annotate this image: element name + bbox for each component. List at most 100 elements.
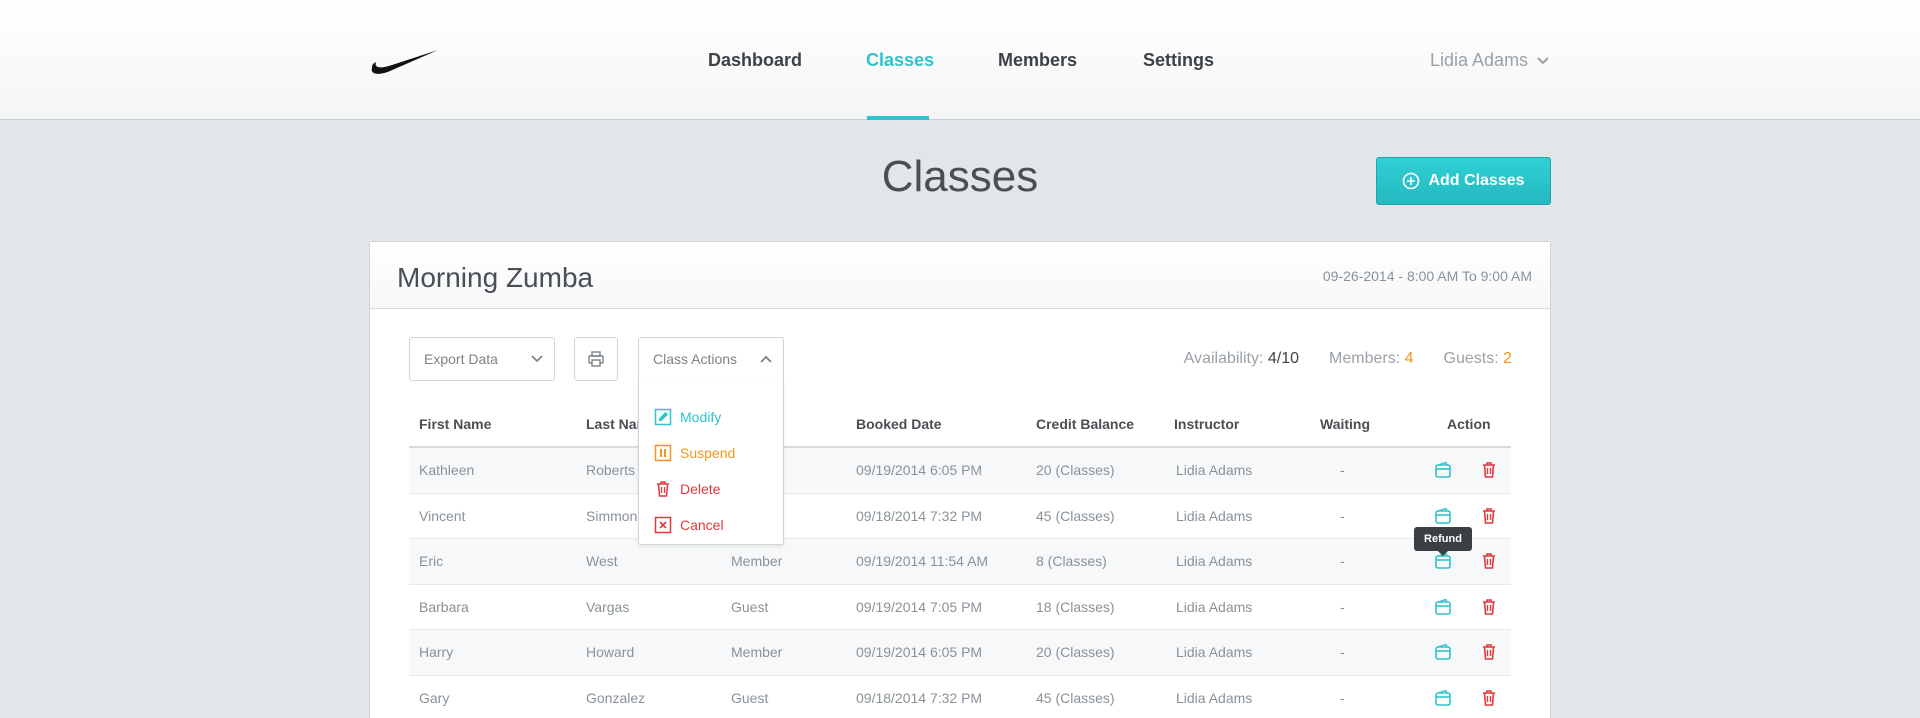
cell-last-name: Simmons [586,507,645,524]
availability-stat: Availability: 4/10 [1183,350,1300,367]
pause-icon [654,444,672,462]
export-data-dropdown[interactable]: Export Data [409,337,555,381]
delete-trash-icon[interactable] [1477,549,1501,573]
cell-credit-balance: 8 (Classes) [1036,553,1107,570]
class-actions-dropdown[interactable]: Class Actions [638,337,784,381]
refund-wallet-icon[interactable] [1431,640,1455,664]
active-nav-indicator [867,116,929,120]
delete-trash-icon[interactable] [1477,458,1501,482]
cell-last-name: Vargas [586,598,630,615]
table-row: Vincent Simmons 09/18/2014 7:32 PM 45 (Clas… [409,494,1511,539]
panel-header: Morning Zumba 09-26-2014 - 8:00 AM To 9:… [370,242,1550,309]
table-header: First Name Last Name Booked Date Credit … [409,402,1511,448]
cell-first-name: Kathleen [419,462,475,479]
col-booked-date[interactable]: Booked Date [856,416,942,432]
refund-wallet-icon[interactable] [1431,504,1455,528]
cell-instructor: Lidia Adams [1176,462,1253,479]
menu-delete[interactable]: Delete [639,471,783,507]
add-classes-label: Add Classes [1428,172,1525,189]
chevron-down-icon [1537,56,1549,64]
row-actions [1431,595,1501,619]
delete-trash-icon[interactable] [1477,686,1501,710]
col-action: Action [1447,416,1491,432]
cell-first-name: Gary [419,689,450,706]
table-row: Gary Gonzalez Guest 09/18/2014 7:32 PM 45 (C… [409,676,1511,718]
nav-settings[interactable]: Settings [1143,50,1214,71]
cell-waiting: - [1340,462,1345,479]
cell-booked-date: 09/18/2014 7:32 PM [856,507,983,524]
cell-booked-date: 09/19/2014 6:05 PM [856,462,983,479]
chevron-up-icon [760,355,772,363]
print-button[interactable] [574,337,618,381]
class-actions-menu: Modify Suspend Delete Cancel [638,379,784,545]
cell-type: Guest [731,689,769,706]
col-credit-balance[interactable]: Credit Balance [1036,416,1134,432]
table-row: Eric West Member 09/19/2014 11:54 AM 8 (Clas… [409,539,1511,585]
cell-first-name: Eric [419,553,444,570]
row-actions [1431,504,1501,528]
user-menu[interactable]: Lidia Adams [1430,50,1550,71]
delete-trash-icon[interactable] [1477,640,1501,664]
refund-wallet-icon[interactable] [1431,595,1455,619]
cell-last-name: Gonzalez [586,689,646,706]
bookings-table: First Name Last Name Booked Date Credit … [409,402,1511,718]
table-body: Kathleen Roberts 09/19/2014 6:05 PM 20 (Cla… [409,448,1511,718]
cell-credit-balance: 18 (Classes) [1036,598,1115,615]
swoosh-logo[interactable] [370,48,440,76]
edit-icon [654,408,672,426]
cell-last-name: West [586,553,618,570]
cell-credit-balance: 45 (Classes) [1036,689,1115,706]
class-actions-label: Class Actions [653,351,738,367]
cell-booked-date: 09/19/2014 7:05 PM [856,598,983,615]
class-panel: Morning Zumba 09-26-2014 - 8:00 AM To 9:… [369,241,1551,718]
cell-type: Member [731,553,783,570]
nav-classes[interactable]: Classes [866,50,934,71]
user-name: Lidia Adams [1430,50,1529,70]
guests-stat: Guests: 2 [1443,350,1513,367]
cell-booked-date: 09/19/2014 11:54 AM [856,553,989,570]
table-row: Barbara Vargas Guest 09/19/2014 7:05 PM 18 (… [409,585,1511,630]
cell-instructor: Lidia Adams [1176,644,1253,661]
menu-cancel[interactable]: Cancel [639,507,783,543]
nav-dashboard[interactable]: Dashboard [708,50,802,71]
page-title: Classes [881,152,1039,201]
cell-instructor: Lidia Adams [1176,689,1253,706]
refund-wallet-icon[interactable] [1431,458,1455,482]
add-classes-button[interactable]: Add Classes [1376,157,1551,205]
cell-waiting: - [1340,598,1345,615]
cell-instructor: Lidia Adams [1176,598,1253,615]
class-title: Morning Zumba [397,262,594,293]
nav-members[interactable]: Members [998,50,1077,71]
menu-modify[interactable]: Modify [639,399,783,435]
cell-credit-balance: 20 (Classes) [1036,644,1115,661]
cell-first-name: Vincent [419,507,466,524]
export-data-label: Export Data [424,351,498,367]
delete-trash-icon[interactable] [1477,504,1501,528]
cell-type: Member [731,644,783,661]
col-instructor[interactable]: Instructor [1174,416,1239,432]
plus-circle-icon [1403,172,1420,190]
cell-waiting: - [1340,689,1345,706]
class-date: 09-26-2014 - 8:00 AM To 9:00 AM [1322,268,1532,284]
row-actions [1431,640,1501,664]
trash-icon [657,481,669,497]
refund-wallet-icon[interactable] [1431,686,1455,710]
table-row: Harry Howard Member 09/19/2014 6:05 PM 20 (C… [409,630,1511,676]
cell-waiting: - [1340,507,1345,524]
cell-first-name: Barbara [419,598,469,615]
col-first-name[interactable]: First Name [419,416,491,432]
cell-type: Guest [731,598,769,615]
menu-suspend[interactable]: Suspend [639,435,783,471]
delete-trash-icon[interactable] [1477,595,1501,619]
refund-tooltip: Refund [1414,527,1472,556]
cell-instructor: Lidia Adams [1176,553,1253,570]
cell-credit-balance: 45 (Classes) [1036,507,1115,524]
cell-booked-date: 09/19/2014 6:05 PM [856,644,983,661]
cell-last-name: Howard [586,644,635,661]
class-stats: Availability: 4/10 Members: 4 Guests: 2 [1184,350,1512,368]
cell-booked-date: 09/18/2014 7:32 PM [856,689,983,706]
row-actions [1431,458,1501,482]
col-waiting[interactable]: Waiting [1320,416,1370,432]
close-box-icon [654,516,672,534]
cell-instructor: Lidia Adams [1176,507,1253,524]
